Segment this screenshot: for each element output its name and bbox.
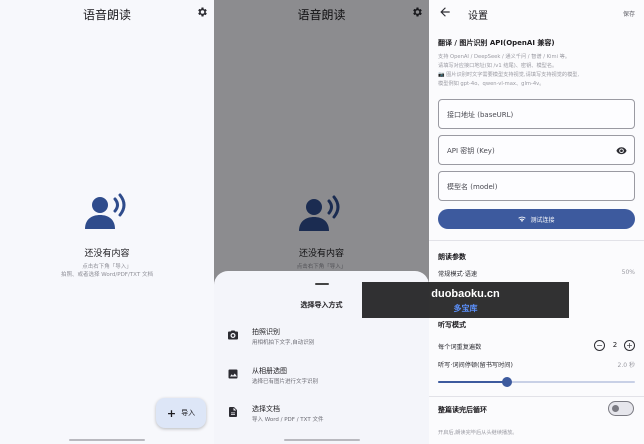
repeat-count-value: 2: [612, 341, 618, 349]
slider-thumb[interactable]: [501, 377, 512, 387]
base-url-field[interactable]: 接口地址 (baseURL): [438, 99, 635, 129]
interval-label: 听写·词间停顿(留书写时间): [438, 362, 513, 369]
option-subtitle: 导入 Word / PDF / TXT 文件: [252, 417, 324, 423]
empty-state-hint-formats: 拍照、或者选择 Word/PDF/TXT 文档: [61, 272, 153, 278]
plus-icon: +: [166, 406, 177, 420]
watermark-brand: 多宝库: [453, 304, 478, 313]
app-title: 语音朗读: [82, 8, 131, 22]
speaking-person-icon: [85, 193, 126, 229]
visibility-eye-icon[interactable]: [616, 145, 627, 156]
loop-label: 整篇读完后循环: [438, 406, 487, 414]
watermark: duobaoku.cn 多宝库: [362, 282, 569, 318]
section-divider: [429, 396, 644, 397]
camera-icon: [228, 330, 238, 340]
gear-icon[interactable]: [196, 6, 208, 18]
model-label: 模型名 (model): [447, 183, 498, 191]
image-icon: [228, 369, 238, 379]
wifi-icon: [518, 216, 527, 222]
api-desc-line: 支持 OpenAI / DeepSeek / 通义千问 / 智谱 / Kimi …: [438, 54, 570, 60]
model-field[interactable]: 模型名 (model): [438, 171, 635, 201]
option-title: 拍照识别: [252, 328, 280, 336]
test-connection-button[interactable]: 测试连接: [438, 209, 635, 229]
option-title: 选择文档: [252, 405, 280, 413]
option-title: 从相册选图: [252, 367, 287, 375]
save-button[interactable]: 保存: [623, 9, 635, 18]
import-fab-label: 导入: [181, 409, 196, 417]
option-document[interactable]: 选择文档 导入 Word / PDF / TXT 文件: [214, 400, 429, 430]
toggle-knob: [612, 404, 619, 412]
interval-value: 2.0 秒: [617, 362, 635, 369]
loop-toggle[interactable]: [608, 401, 634, 416]
api-desc-line: 请填写对应接口地址(如 /v1 结尾)、密钥、模型名。: [438, 63, 558, 69]
gesture-bar: [69, 439, 145, 441]
api-section-title: 翻译 / 图片识别 API(OpenAI 兼容): [438, 39, 555, 47]
page-title: 设置: [468, 11, 488, 22]
empty-state-title: 还没有内容: [84, 249, 130, 259]
section-divider: [429, 240, 644, 241]
option-subtitle: 选择已有图片进行文字识别: [252, 379, 319, 385]
import-fab-button[interactable]: + 导入: [156, 398, 206, 428]
dictation-section-title: 听写模式: [438, 321, 466, 329]
repeat-count-label: 每个词重复遍数: [438, 344, 482, 351]
option-camera[interactable]: 拍照识别 用相机拍下文字,自动识别: [214, 323, 429, 353]
api-key-field[interactable]: API 密钥 (Key): [438, 135, 635, 165]
document-icon: [229, 407, 237, 417]
api-desc-line: 📷 图片识别时文字需要模型支持视觉,请填写支持视觉的模型,: [438, 72, 580, 78]
read-section-title: 朗读参数: [438, 253, 466, 261]
back-arrow-icon[interactable]: [438, 5, 452, 19]
gesture-bar: [283, 439, 360, 441]
interval-slider[interactable]: [438, 377, 635, 387]
api-key-label: API 密钥 (Key): [447, 147, 495, 155]
repeat-count-stepper: − 2 +: [594, 340, 636, 352]
watermark-domain: duobaoku.cn: [431, 288, 500, 300]
decrement-button[interactable]: −: [594, 340, 605, 351]
increment-button[interactable]: +: [624, 340, 635, 351]
empty-state-hint: 点击右下角「导入」: [82, 264, 132, 270]
normal-speed-label: 常规模式·语速: [438, 271, 478, 278]
settings-app-bar: 设置 保存: [429, 0, 644, 28]
loop-hint: 开启后,朗读完毕后从头继续播放。: [438, 430, 518, 436]
settings-screen: 设置 保存 翻译 / 图片识别 API(OpenAI 兼容) 支持 OpenAI…: [429, 0, 644, 444]
test-connection-label: 测试连接: [530, 216, 555, 224]
option-subtitle: 用相机拍下文字,自动识别: [252, 340, 315, 346]
app-bar: 语音朗读: [0, 0, 214, 28]
sheet-drag-handle[interactable]: [314, 283, 329, 285]
base-url-label: 接口地址 (baseURL): [447, 111, 514, 119]
normal-speed-value: 50%: [621, 269, 635, 276]
option-gallery[interactable]: 从相册选图 选择已有图片进行文字识别: [214, 362, 429, 392]
home-screen: 语音朗读 还没有内容 点击右下角「导入」 拍照、或者选择 Word/PDF/TX…: [0, 0, 214, 444]
slider-fill: [438, 381, 507, 383]
import-sheet-screen: 语音朗读 还没有内容 点击右下角「导入」 选择导入方式 拍照识别 用相机拍下文字…: [214, 0, 429, 444]
api-desc-line: 模型例如 gpt-4o、qwen-vl-max、glm-4v。: [438, 81, 545, 87]
